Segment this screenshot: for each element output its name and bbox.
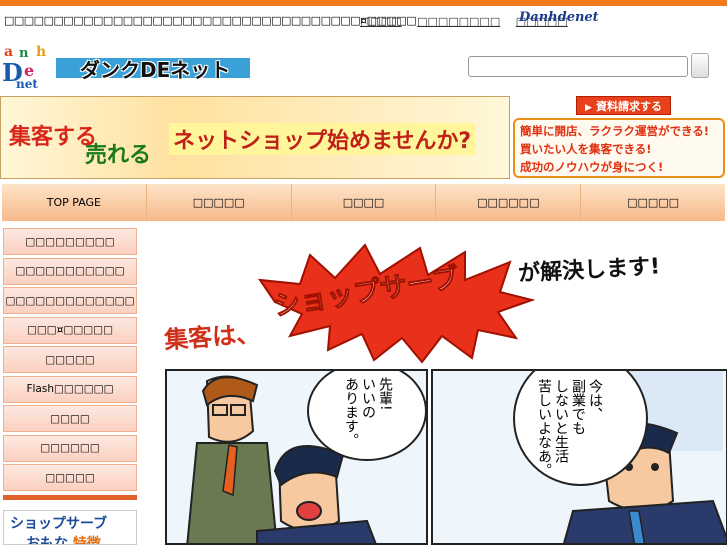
logo-title-text: ダンクDEネット xyxy=(80,58,231,82)
logo-title-bar: ダンクDEネット xyxy=(56,58,250,82)
hero-banner[interactable]: 集客する 売れる ネットショップ始めませんか? xyxy=(0,96,510,179)
sidebar-item-2[interactable]: □□□□□□□□□□□ xyxy=(3,257,137,285)
sidebar-item-5[interactable]: □□□□□ xyxy=(3,346,137,373)
feature-3: 成功のノウハウが身につく! xyxy=(520,160,664,174)
banner-text-sell: 売れる xyxy=(85,143,152,168)
top-link-2[interactable]: □□□□□□□□ xyxy=(417,15,500,28)
sidebar-item-1[interactable]: □□□□□□□□□ xyxy=(3,228,137,255)
sidebar-item-flash[interactable]: Flash□□□□□□ xyxy=(3,375,137,403)
banner-text-attract: 集客する xyxy=(9,125,98,150)
promo-line-2: おもな 特徴 xyxy=(26,533,101,545)
feature-1: 簡単に開店、ラクラク運営ができる! xyxy=(520,124,710,138)
promo-line-1: ショップサーブ xyxy=(10,516,108,532)
logo-letter-h: h xyxy=(36,44,47,60)
sidebar-item-4[interactable]: □□□¤□□□□□ xyxy=(3,316,137,344)
top-accent-bar xyxy=(0,0,727,6)
comic-panel-1: 先輩! いいの あります。 xyxy=(165,369,428,545)
logo-letter-net: net xyxy=(16,77,38,91)
shopserve-features-promo[interactable]: ショップサーブ おもな 特徴 xyxy=(3,510,137,545)
headline-banner: 集客は、 ショップサーブ が解決します! xyxy=(160,240,720,365)
bubble-1-line-2: いいの xyxy=(360,377,376,419)
nav-item-5[interactable]: □□□□□ xyxy=(581,184,725,221)
promo-line-2a: おもな xyxy=(26,536,68,545)
site-logo[interactable]: a n h D e net xyxy=(2,44,48,92)
site-description: □□□□□□□□□□□□□□□□□□□□□□□□□□□□□□□□□□□□¤□□□… xyxy=(4,14,417,27)
nav-top-page[interactable]: TOP PAGE xyxy=(2,184,147,221)
request-materials-button[interactable]: ▶ 資料請求する xyxy=(576,96,671,115)
bubble-2-line-3: しないと生活 xyxy=(553,379,569,463)
nav-item-4[interactable]: □□□□□□ xyxy=(436,184,582,221)
bubble-2-line-1: 今は、 xyxy=(587,379,603,421)
nav-item-2[interactable]: □□□□□ xyxy=(146,184,292,221)
banner-main-text: ネットショップ始めませんか? xyxy=(169,123,476,155)
promo-line-2b: 特徴 xyxy=(72,536,101,545)
sidebar-item-8[interactable]: □□□□□□ xyxy=(3,434,137,462)
search-input[interactable] xyxy=(468,56,688,77)
sidebar-item-7[interactable]: □□□□ xyxy=(3,405,137,432)
features-box: 簡単に開店、ラクラク運営ができる! 買いたい人を集客できる! 成功のノウハウが身… xyxy=(513,118,725,178)
sidebar-item-3[interactable]: □□□□□□□□□□□□□ xyxy=(3,287,137,314)
bubble-2-line-4: 苦しいよなあ。 xyxy=(536,379,552,477)
comic-strip: 先輩! いいの あります。 今は、 副業でも しないと生活 苦しいよなあ。 xyxy=(165,369,727,545)
top-link-1[interactable]: □□□□ xyxy=(360,15,402,28)
comic-panel-2: 今は、 副業でも しないと生活 苦しいよなあ。 xyxy=(431,369,727,545)
bubble-2-text: 今は、 副業でも しないと生活 苦しいよなあ。 xyxy=(535,379,603,477)
request-button-label: 資料請求する xyxy=(595,100,662,113)
brand-small-logo[interactable]: Danhdenet xyxy=(519,10,599,25)
bubble-1-line-3: あります。 xyxy=(343,377,359,447)
sidebar-menu: □□□□□□□□□ □□□□□□□□□□□ □□□□□□□□□□□□□ □□□¤… xyxy=(3,228,137,500)
nav-item-3[interactable]: □□□□ xyxy=(291,184,437,221)
bubble-1-line-1: 先輩! xyxy=(377,377,393,411)
sidebar-item-9[interactable]: □□□□□ xyxy=(3,464,137,491)
headline-left: 集客は、 xyxy=(163,319,262,355)
play-arrow-icon: ▶ xyxy=(585,103,592,113)
bubble-2-line-2: 副業でも xyxy=(570,379,586,435)
main-nav: TOP PAGE □□□□□ □□□□ □□□□□□ □□□□□ xyxy=(2,184,725,221)
feature-2: 買いたい人を集客できる! xyxy=(520,142,652,156)
sidebar-divider xyxy=(3,495,137,500)
search-button[interactable] xyxy=(691,53,709,78)
bubble-1-text: 先輩! いいの あります。 xyxy=(342,377,393,447)
